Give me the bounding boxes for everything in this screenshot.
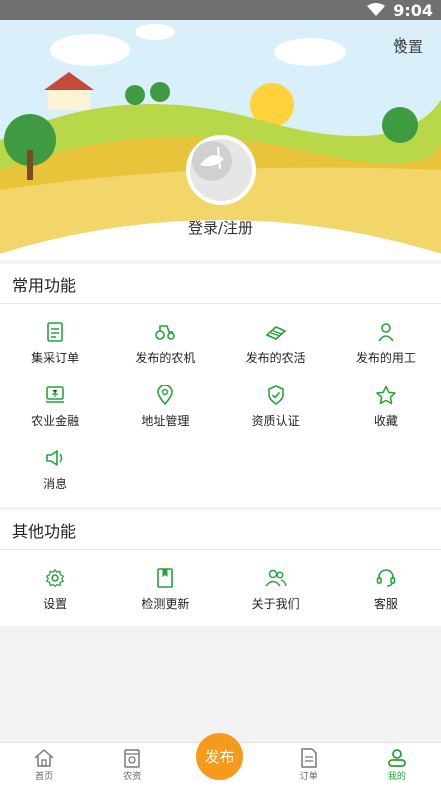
customer-service-button[interactable]: 客服 [331,558,441,621]
messages-button[interactable]: 消息 [0,438,110,501]
shield-check-icon [265,384,287,406]
publish-button[interactable]: 发布 [196,733,243,780]
field-work-icon [265,321,287,343]
about-us-button[interactable]: 关于我们 [221,558,331,621]
item-label: 客服 [373,597,398,611]
favorites-button[interactable]: 收藏 [331,375,441,438]
section-title: 其他功能 [0,510,441,550]
gear-icon [44,567,66,589]
wifi-icon [367,3,386,16]
common-functions-section: 常用功能 集采订单 发布的农机 发布的农活 发布的用工 农业金融 地址管理 资质… [0,264,441,507]
item-label: 资质认证 [251,414,300,428]
profile-icon [388,749,406,767]
item-label: 设置 [43,597,68,611]
home-icon [34,749,54,767]
check-update-button[interactable]: 检测更新 [110,558,220,621]
collective-order-button[interactable]: 集采订单 [0,312,110,375]
gear-icon [394,37,406,49]
tab-supplies[interactable]: 农资 [88,743,176,787]
item-label: 地址管理 [141,414,190,428]
settings-link[interactable]: 设置 [393,36,423,57]
qualification-button[interactable]: 资质认证 [221,375,331,438]
item-label: 集采订单 [31,351,80,365]
supplies-icon [124,749,141,768]
tab-label: 首页 [35,772,54,782]
item-label: 发布的农活 [245,351,306,365]
item-label: 收藏 [373,414,398,428]
settings-button[interactable]: 设置 [0,558,110,621]
published-labor-button[interactable]: 发布的用工 [331,312,441,375]
item-label: 消息 [43,477,68,491]
star-icon [375,384,397,406]
other-functions-section: 其他功能 设置 检测更新 关于我们 客服 [0,510,441,626]
bookmark-book-icon [154,567,176,589]
item-label: 发布的农机 [135,351,196,365]
tractor-icon [154,321,176,343]
item-label: 检测更新 [141,597,190,611]
agri-finance-button[interactable]: 农业金融 [0,375,110,438]
section-title: 常用功能 [0,264,441,304]
avatar[interactable] [186,135,256,205]
location-icon [154,384,176,406]
tab-label: 我的 [387,772,406,782]
published-farm-work-button[interactable]: 发布的农活 [221,312,331,375]
tab-label: 订单 [299,772,318,782]
tab-home[interactable]: 首页 [0,743,88,787]
users-icon [265,567,287,589]
item-label: 关于我们 [251,597,300,611]
login-register-link[interactable]: 登录/注册 [0,217,441,238]
item-label: 发布的用工 [355,351,416,365]
tab-mine[interactable]: 我的 [353,743,441,787]
status-time: 9:04 [393,0,433,20]
money-icon [44,384,66,406]
address-management-button[interactable]: 地址管理 [110,375,220,438]
item-label: 农业金融 [31,414,80,428]
speaker-icon [44,447,66,469]
tab-label: 农资 [123,772,142,782]
fish-wheat-logo-icon [192,141,232,181]
status-bar: 9:04 [0,0,441,20]
document-icon [44,321,66,343]
headset-icon [375,567,397,589]
profile-header: 设置 登录/注册 [0,20,441,260]
order-icon [300,748,317,768]
tab-orders[interactable]: 订单 [265,743,353,787]
published-machinery-button[interactable]: 发布的农机 [110,312,220,375]
worker-icon [375,321,397,343]
